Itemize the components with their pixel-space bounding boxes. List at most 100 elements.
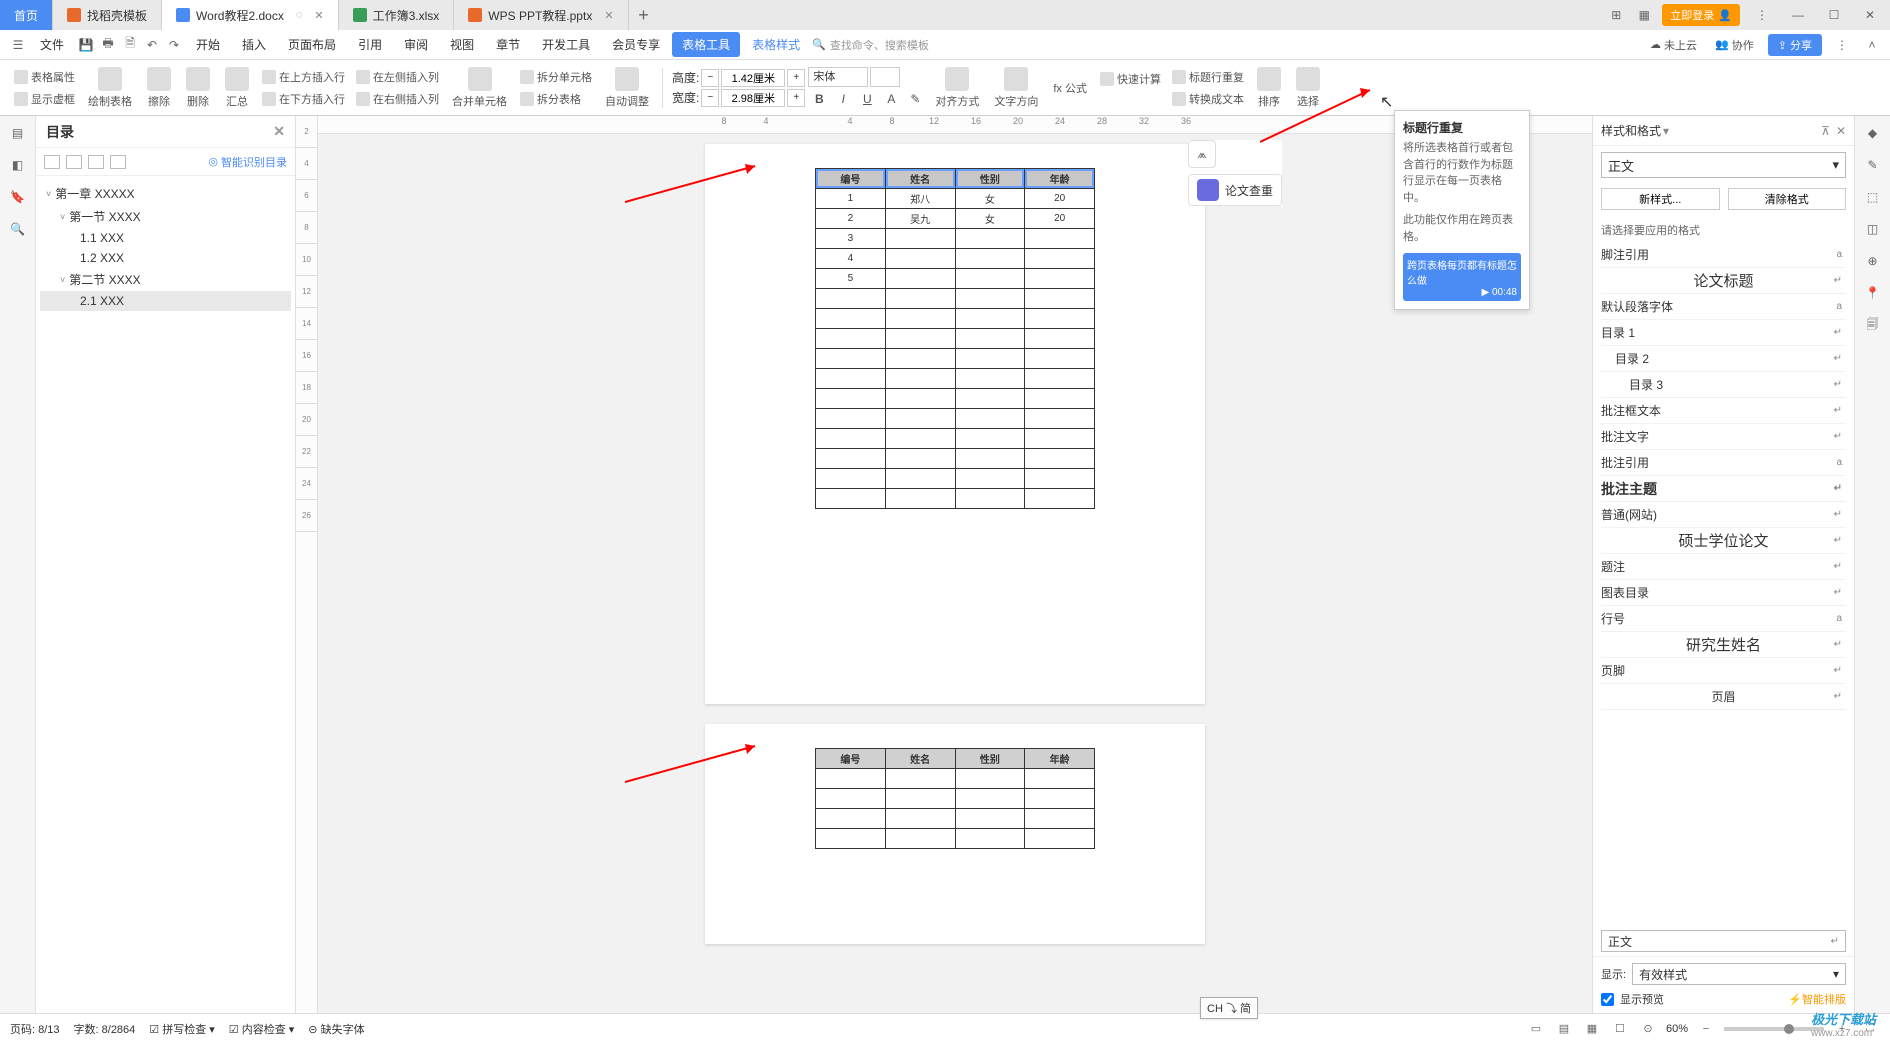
erase[interactable]: 擦除 xyxy=(141,63,177,113)
table-row[interactable]: 2吴九女20 xyxy=(816,209,1095,229)
table-cell[interactable] xyxy=(885,309,955,329)
style-item[interactable]: 普通(网站)↵ xyxy=(1601,502,1846,528)
minimize-button[interactable]: — xyxy=(1784,3,1812,27)
table-cell[interactable]: 郑八 xyxy=(885,189,955,209)
table-cell[interactable] xyxy=(955,269,1025,289)
toc-item[interactable]: ˅第二节 XXXX xyxy=(40,268,291,291)
rail-format-icon[interactable]: ✎ xyxy=(1864,156,1882,174)
menu-view[interactable]: 视图 xyxy=(440,32,484,57)
preview-icon[interactable]: 🗎 xyxy=(120,35,140,55)
style-item[interactable]: 论文标题↵ xyxy=(1601,268,1846,294)
view-read-icon[interactable]: ☐ xyxy=(1610,1020,1630,1038)
table-props[interactable]: 表格属性 xyxy=(10,67,79,87)
rail-copy-icon[interactable]: 🗐 xyxy=(1864,316,1882,334)
table-cell[interactable]: 3 xyxy=(816,229,886,249)
table-cell[interactable]: 1 xyxy=(816,189,886,209)
table-cell[interactable] xyxy=(885,289,955,309)
search-panel-icon[interactable]: 🔍 xyxy=(9,220,27,238)
style-item[interactable]: 页脚↵ xyxy=(1601,658,1846,684)
toc-item[interactable]: ˅第一节 XXXX xyxy=(40,205,291,228)
dropdown-icon[interactable]: ⋮ xyxy=(1748,3,1776,27)
content-check-toggle[interactable]: ☑ 内容检查 ▾ xyxy=(229,1021,295,1037)
insert-col-left[interactable]: 在左侧插入列 xyxy=(352,67,443,87)
table-cell[interactable] xyxy=(816,389,886,409)
zoom-out-button[interactable]: − xyxy=(1696,1020,1716,1038)
table-cell[interactable] xyxy=(885,429,955,449)
table-cell[interactable] xyxy=(955,229,1025,249)
table-cell[interactable] xyxy=(1025,409,1095,429)
menu-layout[interactable]: 页面布局 xyxy=(278,32,346,57)
table-header-cell[interactable]: 姓名 xyxy=(885,749,955,769)
close-icon[interactable]: ✕ xyxy=(604,9,613,22)
login-button[interactable]: 立即登录👤 xyxy=(1662,4,1740,26)
rail-select-icon[interactable]: ⬚ xyxy=(1864,188,1882,206)
tab-home[interactable]: 首页 xyxy=(0,0,53,30)
table-cell[interactable] xyxy=(1025,349,1095,369)
tab-xlsx[interactable]: 工作簿3.xlsx xyxy=(339,0,455,30)
zoom-thumb[interactable] xyxy=(1784,1024,1794,1034)
table-cell[interactable] xyxy=(1025,369,1095,389)
collapse-ribbon-icon[interactable]: ˄ xyxy=(1862,35,1882,55)
redo-icon[interactable]: ↷ xyxy=(164,35,184,55)
style-item[interactable]: 页眉↵ xyxy=(1601,684,1846,710)
repeat-header-row[interactable]: 标题行重复 xyxy=(1168,67,1248,87)
table-cell[interactable] xyxy=(955,409,1025,429)
table-cell[interactable]: 20 xyxy=(1025,209,1095,229)
menu-table-style[interactable]: 表格样式 xyxy=(742,32,810,57)
maximize-button[interactable]: ☐ xyxy=(1820,3,1848,27)
underline-button[interactable]: U xyxy=(856,89,878,109)
style-item[interactable]: 默认段落字体a xyxy=(1601,294,1846,320)
chevron-down-icon[interactable]: ˅ xyxy=(46,189,51,199)
float-toolbox-icon[interactable]: ⩕ xyxy=(1188,140,1216,168)
toc-item[interactable]: 1.1 XXX xyxy=(40,228,291,248)
style-item[interactable]: 目录 1↵ xyxy=(1601,320,1846,346)
table-cell[interactable] xyxy=(955,469,1025,489)
rail-object-icon[interactable]: ⊕ xyxy=(1864,252,1882,270)
style-item[interactable]: 脚注引用a xyxy=(1601,242,1846,268)
summary[interactable]: 汇总 xyxy=(219,63,255,113)
chevron-down-icon[interactable]: ˅ xyxy=(60,275,65,285)
share-button[interactable]: ⇪ 分享 xyxy=(1768,34,1822,56)
dec-height[interactable]: − xyxy=(701,69,719,87)
quick-calc[interactable]: 快速计算 xyxy=(1096,69,1165,89)
tooltip-video[interactable]: 跨页表格每页都有标题怎么做▶ 00:48 xyxy=(1403,253,1521,301)
command-search[interactable]: 🔍查找命令、搜索模板 xyxy=(812,37,929,53)
table-row[interactable] xyxy=(816,289,1095,309)
table-cell[interactable]: 吴九 xyxy=(885,209,955,229)
table-row[interactable] xyxy=(816,489,1095,509)
show-filter-select[interactable]: 有效样式▾ xyxy=(1632,963,1846,985)
table-cell[interactable] xyxy=(885,469,955,489)
table-row[interactable] xyxy=(816,469,1095,489)
show-border[interactable]: 显示虚框 xyxy=(10,89,79,109)
table-header-cell[interactable]: 编号 xyxy=(816,169,886,189)
table-cell[interactable] xyxy=(1025,289,1095,309)
menu-dev[interactable]: 开发工具 xyxy=(532,32,600,57)
table-cell[interactable] xyxy=(1025,249,1095,269)
page-indicator[interactable]: 页码: 8/13 xyxy=(10,1021,60,1037)
table-cell[interactable] xyxy=(816,489,886,509)
table-cell[interactable] xyxy=(885,409,955,429)
menu-review[interactable]: 审阅 xyxy=(394,32,438,57)
menu-section[interactable]: 章节 xyxy=(486,32,530,57)
rail-chart-icon[interactable]: ◫ xyxy=(1864,220,1882,238)
table-cell[interactable] xyxy=(885,389,955,409)
table-cell[interactable] xyxy=(1025,469,1095,489)
toc-item[interactable]: 1.2 XXX xyxy=(40,248,291,268)
width-input[interactable] xyxy=(721,89,785,107)
table-cell[interactable]: 5 xyxy=(816,269,886,289)
document-table[interactable]: 编号姓名性别年龄 1郑八女202吴九女203 4 5 xyxy=(815,168,1095,509)
italic-button[interactable]: I xyxy=(832,89,854,109)
clear-format-button[interactable]: 清除格式 xyxy=(1728,188,1847,210)
table-cell[interactable] xyxy=(816,369,886,389)
apps-icon[interactable]: ▦ xyxy=(1634,5,1654,25)
table-row[interactable] xyxy=(816,409,1095,429)
table-cell[interactable]: 女 xyxy=(955,209,1025,229)
merge-cells[interactable]: 合并单元格 xyxy=(446,63,513,113)
table-header-cell[interactable]: 性别 xyxy=(955,749,1025,769)
split-table[interactable]: 拆分表格 xyxy=(516,89,596,109)
table-cell[interactable] xyxy=(816,409,886,429)
inc-height[interactable]: + xyxy=(787,69,805,87)
style-item[interactable]: 批注框文本↵ xyxy=(1601,398,1846,424)
table-header-cell[interactable]: 年龄 xyxy=(1025,749,1095,769)
view-page-icon[interactable]: ▭ xyxy=(1526,1020,1546,1038)
